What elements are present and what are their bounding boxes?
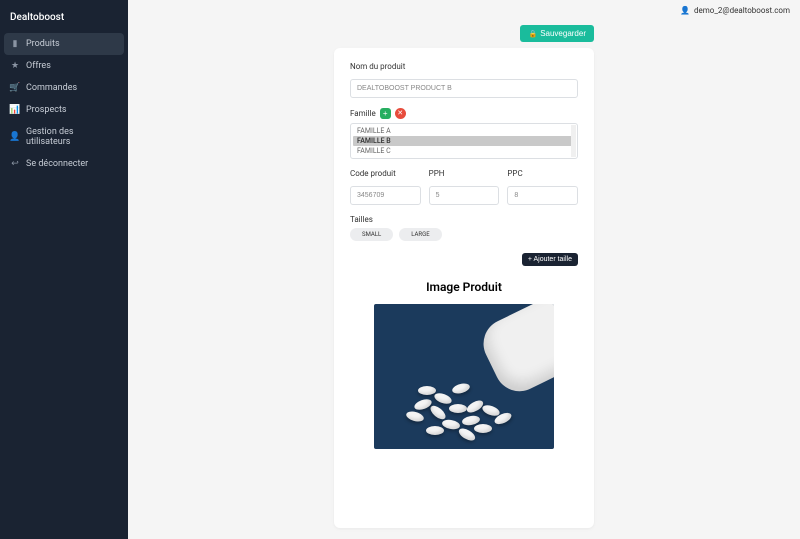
- pill-icon: [451, 382, 471, 395]
- sidebar-item-label: Se déconnecter: [26, 159, 88, 169]
- logout-icon: ↩: [10, 159, 20, 169]
- name-label: Nom du produit: [350, 62, 578, 71]
- sidebar-item-offres[interactable]: ★ Offres: [0, 55, 128, 77]
- image-title: Image Produit: [350, 280, 578, 294]
- size-pill[interactable]: LARGE: [399, 228, 441, 241]
- size-pill[interactable]: SMALL: [350, 228, 393, 241]
- sidebar-item-label: Gestion des utilisateurs: [26, 127, 118, 147]
- ppc-input[interactable]: [507, 186, 578, 205]
- save-label: Sauvegarder: [540, 29, 586, 38]
- famille-header: Famille + ✕: [350, 108, 578, 119]
- actions-row: 🔒 Sauvegarder: [334, 25, 594, 42]
- add-size-button[interactable]: + Ajouter taille: [522, 253, 578, 266]
- user-icon: 👤: [680, 6, 690, 15]
- famille-option[interactable]: FAMILLE C: [353, 146, 575, 156]
- pill-icon: [426, 426, 444, 435]
- user-icon: 👤: [10, 132, 20, 142]
- sidebar-item-label: Prospects: [26, 105, 67, 115]
- sidebar-item-logout[interactable]: ↩ Se déconnecter: [0, 153, 128, 175]
- pill-icon: [433, 391, 453, 406]
- product-image[interactable]: [374, 304, 554, 449]
- sidebar-item-commandes[interactable]: 🛒 Commandes: [0, 77, 128, 99]
- famille-option[interactable]: FAMILLE B: [353, 136, 575, 146]
- code-label: Code produit: [350, 169, 421, 178]
- sidebar-item-produits[interactable]: ▮ Produits: [4, 33, 124, 55]
- sidebar: Dealtoboost ▮ Produits ★ Offres 🛒 Comman…: [0, 0, 128, 539]
- code-input[interactable]: [350, 186, 421, 205]
- sidebar-item-label: Offres: [26, 61, 51, 71]
- famille-label: Famille: [350, 109, 376, 118]
- topbar: 👤 demo_2@dealtoboost.com: [128, 0, 800, 21]
- content-area: 🔒 Sauvegarder Nom du produit Famille + ✕…: [128, 21, 800, 539]
- pph-label: PPH: [429, 169, 500, 178]
- famille-add-button[interactable]: +: [380, 108, 391, 119]
- famille-select[interactable]: FAMILLE A FAMILLE B FAMILLE C: [350, 123, 578, 159]
- save-button[interactable]: 🔒 Sauvegarder: [520, 25, 594, 42]
- pph-input[interactable]: [429, 186, 500, 205]
- sidebar-item-label: Produits: [26, 39, 60, 49]
- pill-icon: [405, 410, 425, 423]
- famille-delete-button[interactable]: ✕: [395, 108, 406, 119]
- code-prices-row: Code produit PPH PPC: [350, 169, 578, 205]
- sidebar-item-label: Commandes: [26, 83, 77, 93]
- user-email[interactable]: demo_2@dealtoboost.com: [694, 6, 790, 15]
- pill-icon: [418, 386, 436, 395]
- main-content: 👤 demo_2@dealtoboost.com 🔒 Sauvegarder N…: [128, 0, 800, 539]
- ppc-label: PPC: [507, 169, 578, 178]
- famille-option[interactable]: FAMILLE A: [353, 126, 575, 136]
- cart-icon: 🛒: [10, 83, 20, 93]
- name-input[interactable]: [350, 79, 578, 98]
- brand-title: Dealtoboost: [0, 6, 128, 33]
- pill-icon: [449, 404, 467, 413]
- pill-icon: [441, 419, 460, 431]
- tailles-label: Tailles: [350, 215, 578, 224]
- sidebar-item-prospects[interactable]: 📊 Prospects: [0, 99, 128, 121]
- pill-bottle-icon: [475, 304, 554, 400]
- pill-icon: [474, 424, 492, 433]
- product-card: Nom du produit Famille + ✕ FAMILLE A FAM…: [334, 48, 594, 528]
- box-icon: ▮: [10, 39, 20, 49]
- sidebar-item-users[interactable]: 👤 Gestion des utilisateurs: [0, 121, 128, 153]
- chart-icon: 📊: [10, 105, 20, 115]
- sizes-row: SMALL LARGE: [350, 228, 578, 241]
- add-size-row: + Ajouter taille: [350, 253, 578, 266]
- star-icon: ★: [10, 61, 20, 71]
- lock-icon: 🔒: [528, 30, 537, 38]
